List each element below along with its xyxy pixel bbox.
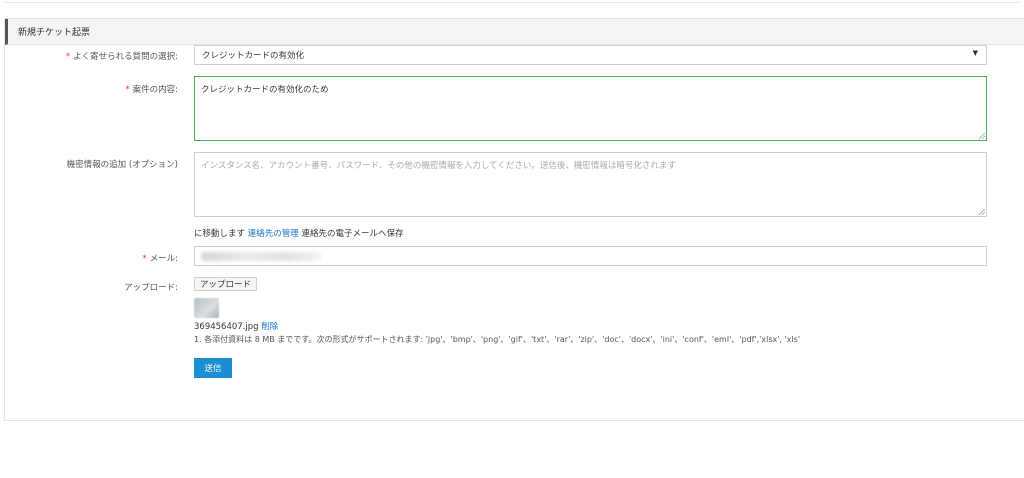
resize-handle-icon[interactable]	[979, 209, 985, 215]
delete-attachment-link[interactable]: 削除	[261, 322, 278, 332]
faq-label: * よく寄せられる質問の選択:	[65, 52, 178, 62]
faq-select[interactable]: クレジットカードの有効化 ▼	[194, 45, 987, 65]
content-textarea[interactable]: クレジットカードの有効化のため	[194, 76, 987, 141]
required-mark: *	[142, 254, 147, 264]
upload-button[interactable]: アップロード	[194, 277, 258, 291]
required-mark: *	[125, 85, 130, 95]
panel-title: 新規チケット起票	[5, 19, 1024, 45]
email-field[interactable]	[194, 246, 987, 266]
content-value: クレジットカードの有効化のため	[201, 85, 329, 95]
attachment-item: 369456407.jpg 削除	[194, 320, 278, 332]
email-label: * メール:	[142, 254, 178, 264]
attachment-thumbnail	[194, 298, 219, 318]
faq-select-value: クレジットカードの有効化	[202, 51, 305, 61]
contact-info-line: に移動します 連絡先の管理 連絡先の電子メールへ保存	[194, 227, 403, 239]
upload-label: アップロード:	[124, 283, 178, 293]
manage-contacts-link[interactable]: 連絡先の管理	[248, 229, 299, 239]
secret-info-placeholder: インスタンス名、アカウント番号、パスワード、その他の機密情報を入力してください。…	[201, 161, 676, 171]
secret-info-textarea[interactable]: インスタンス名、アカウント番号、パスワード、その他の機密情報を入力してください。…	[194, 152, 987, 217]
chevron-down-icon[interactable]: ▼	[973, 49, 978, 57]
content-label: * 案件の内容:	[125, 85, 178, 95]
secret-info-label: 機密情報の追加 (オプション)	[66, 160, 178, 170]
required-mark: *	[65, 52, 71, 62]
attachment-file-name: 369456407.jpg	[194, 322, 259, 332]
resize-handle-icon[interactable]	[979, 133, 985, 139]
contact-info-prefix: に移動します	[194, 229, 246, 239]
redacted-email-value	[201, 252, 321, 261]
contact-info-suffix: 連絡先の電子メールへ保存	[301, 229, 404, 239]
upload-note: 1. 各添付資料は 8 MB までです。次の形式がサポートされます: 'jpg'…	[194, 335, 801, 344]
top-divider	[4, 2, 1020, 3]
submit-button[interactable]: 送信	[194, 358, 232, 378]
